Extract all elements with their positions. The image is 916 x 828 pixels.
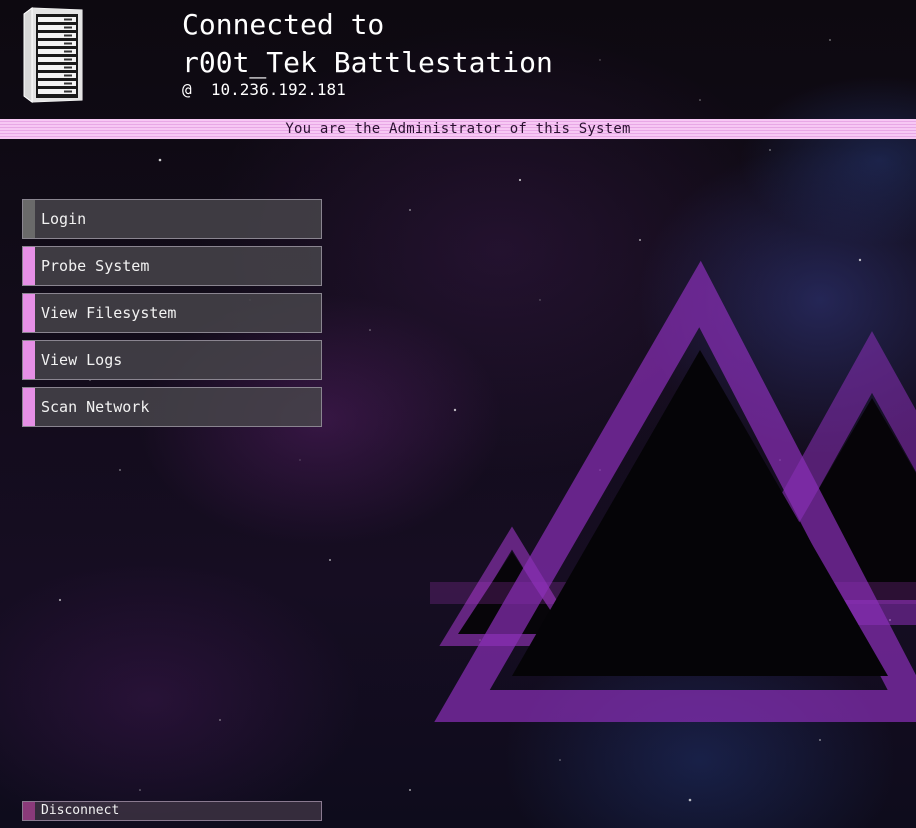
button-accent-stripe (23, 200, 35, 238)
scan-network-button-label: Scan Network (41, 398, 150, 416)
view-logs-button[interactable]: View Logs (22, 340, 322, 380)
disconnect-button[interactable]: Disconnect (22, 801, 322, 821)
computer-name: r00t_Tek Battlestation (182, 46, 553, 79)
login-button[interactable]: Login (22, 199, 322, 239)
probe-system-button[interactable]: Probe System (22, 246, 322, 286)
button-accent-stripe (23, 388, 35, 426)
probe-system-button-label: Probe System (41, 257, 150, 275)
button-accent-stripe (23, 802, 35, 820)
scan-network-button[interactable]: Scan Network (22, 387, 322, 427)
login-button-label: Login (41, 210, 87, 228)
view-filesystem-button[interactable]: View Filesystem (22, 293, 322, 333)
disconnect-button-label: Disconnect (41, 803, 120, 818)
game-screen: Connected to r00t_Tek Battlestation @ 10… (0, 0, 916, 828)
view-filesystem-button-label: View Filesystem (41, 304, 177, 322)
server-rack-icon (23, 7, 83, 103)
button-accent-stripe (23, 247, 35, 285)
connection-title-line1: Connected to (182, 8, 385, 41)
view-logs-button-label: View Logs (41, 351, 123, 369)
button-accent-stripe (23, 341, 35, 379)
connection-title: Connected to r00t_Tek Battlestation (182, 6, 553, 82)
admin-status-banner: You are the Administrator of this System (0, 119, 916, 139)
action-menu: Login Probe System View Filesystem View … (22, 199, 322, 434)
ip-address: @ 10.236.192.181 (182, 80, 346, 99)
button-accent-stripe (23, 294, 35, 332)
